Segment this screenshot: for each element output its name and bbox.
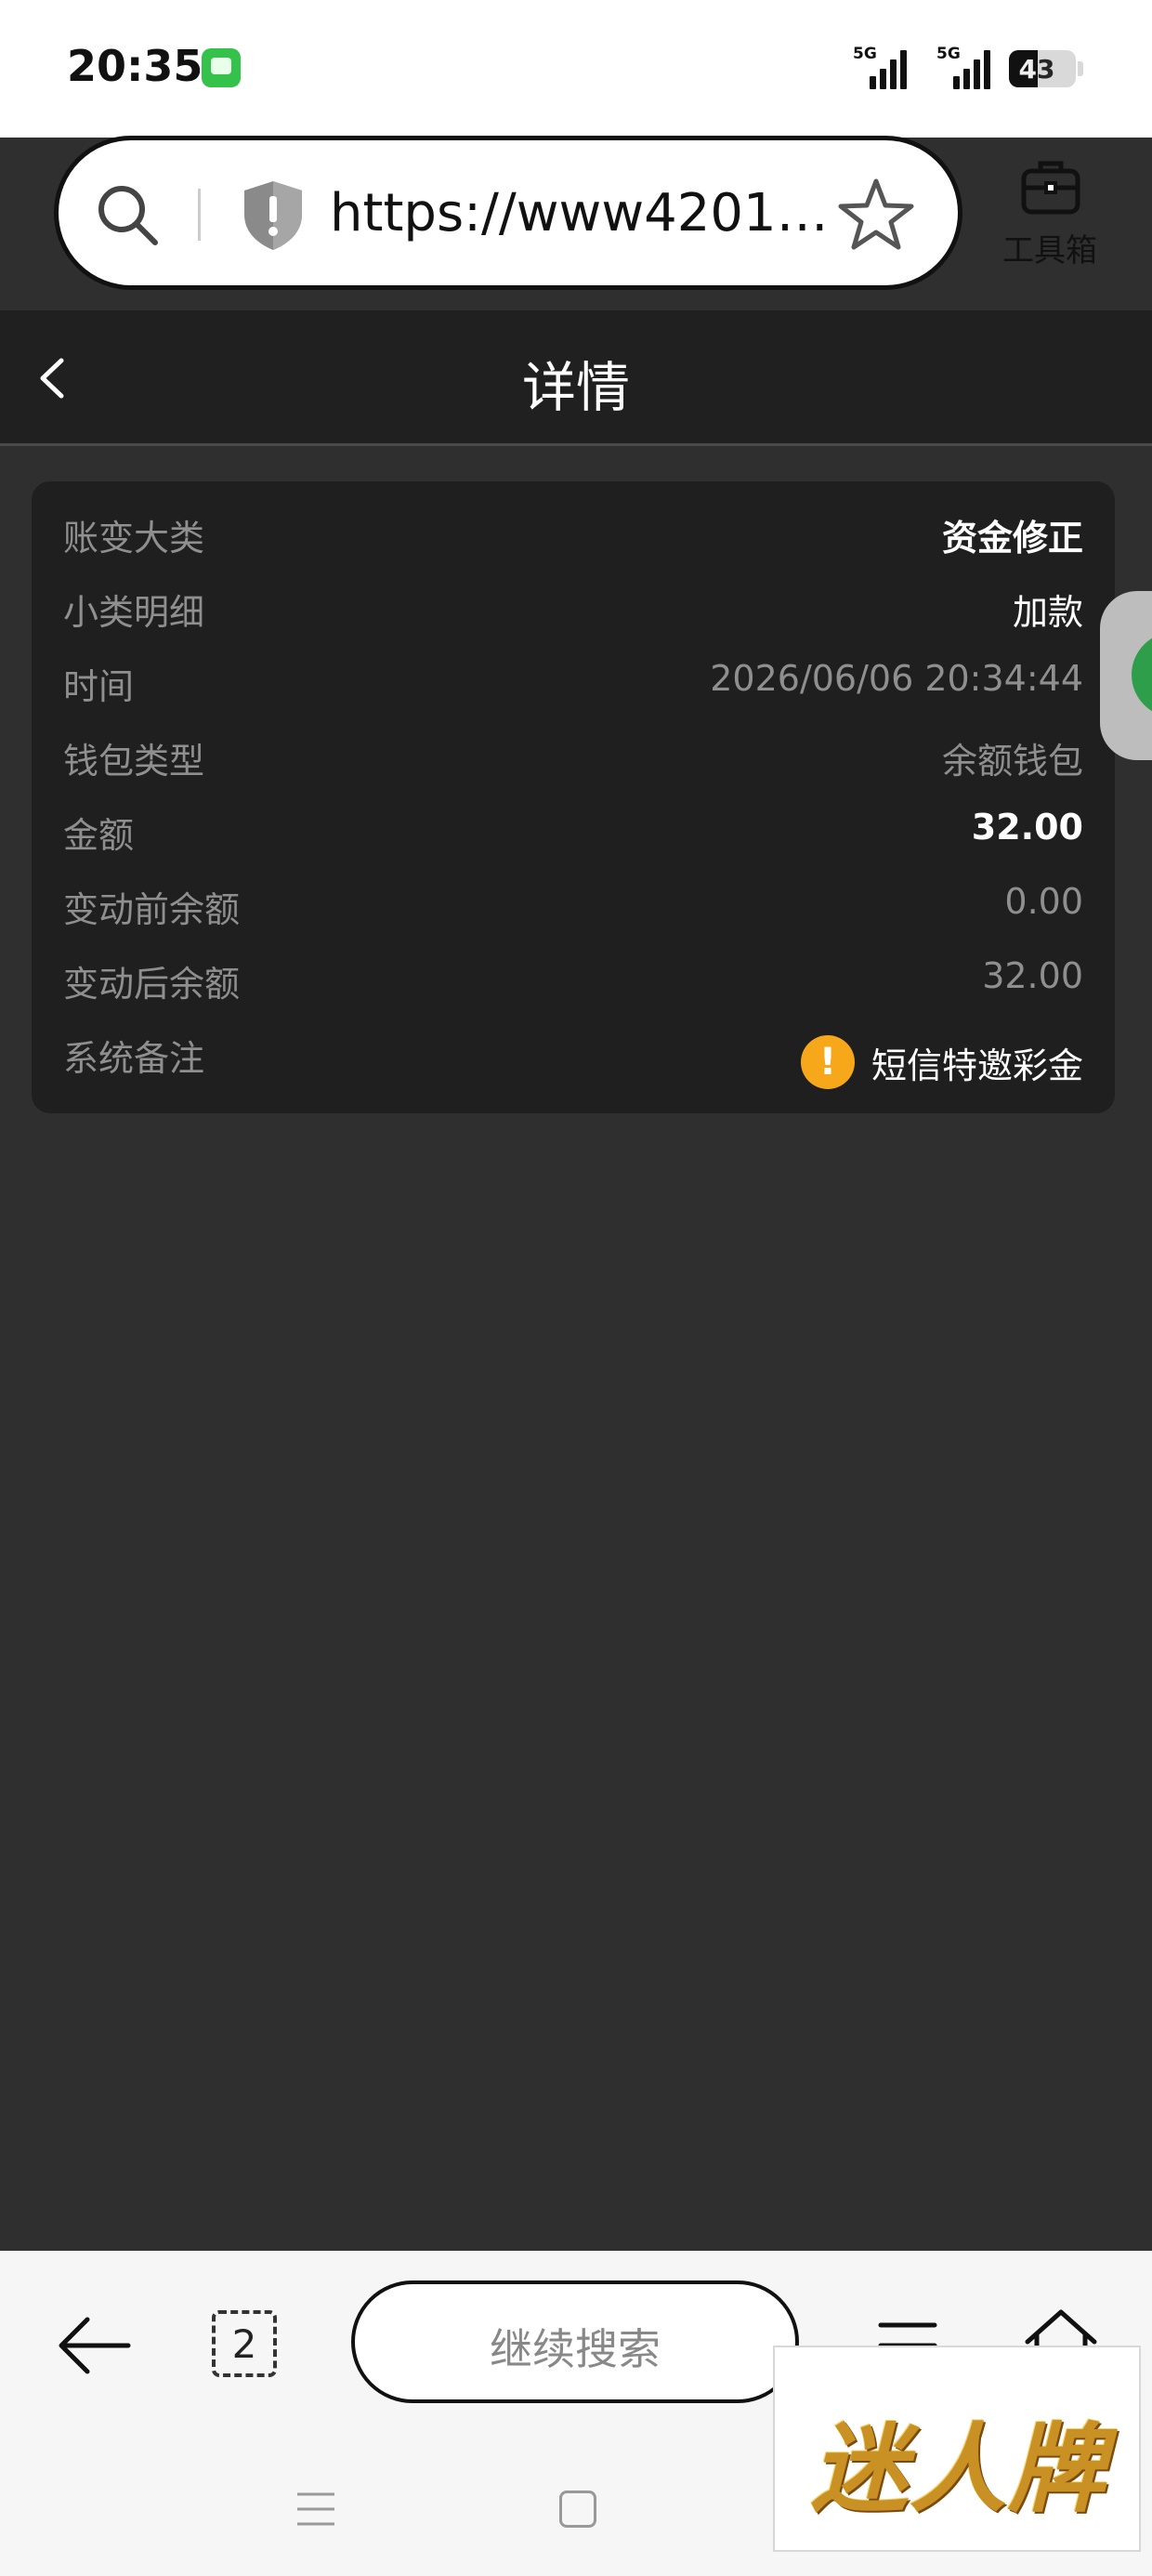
detail-label: 时间: [63, 666, 135, 707]
detail-value: 资金修正: [941, 518, 1083, 559]
search-icon[interactable]: [92, 179, 166, 254]
detail-row-wallet-type: 钱包类型 余额钱包: [32, 717, 1115, 792]
detail-row-category: 账变大类 资金修正: [32, 494, 1115, 569]
remark-value: ! 短信特邀彩金: [800, 1035, 1083, 1089]
continue-search-label: 继续搜索: [490, 2324, 661, 2374]
battery-icon: 43: [1009, 50, 1076, 87]
detail-value: 2026/06/06 20:34:44: [710, 658, 1083, 699]
continue-search-button[interactable]: 继续搜索: [351, 2280, 799, 2403]
signal-5g-icon: 5G: [853, 45, 907, 89]
detail-row-remark: 系统备注 ! 短信特邀彩金: [32, 1015, 1115, 1104]
status-time: 20:35: [67, 41, 203, 91]
remark-text: 短信特邀彩金: [871, 1045, 1083, 1086]
watermark-logo: 迷人牌: [773, 2346, 1141, 2552]
detail-row-balance-after: 变动后余额 32.00: [32, 940, 1115, 1015]
battery-level: 43: [1018, 54, 1055, 85]
battery-tip: [1078, 61, 1083, 76]
star-icon[interactable]: [837, 176, 915, 254]
url-text[interactable]: https://www42012...: [330, 183, 850, 243]
detail-row-time: 时间 2026/06/06 20:34:44: [32, 643, 1115, 717]
page-title: 详情: [521, 356, 630, 419]
detail-row-balance-before: 变动前余额 0.00: [32, 866, 1115, 940]
floating-app-handle[interactable]: [1100, 591, 1152, 760]
shield-icon[interactable]: [241, 179, 306, 252]
system-menu-icon[interactable]: [295, 2491, 336, 2528]
floating-app-logo-icon: [1132, 632, 1152, 717]
detail-label: 系统备注: [63, 1038, 205, 1079]
detail-label: 变动后余额: [63, 964, 241, 1005]
detail-value: 加款: [1012, 592, 1083, 633]
page-header: 详情: [0, 310, 1152, 446]
tabs-button[interactable]: 2: [212, 2310, 277, 2377]
toolbox-button[interactable]: 工具箱: [994, 158, 1106, 279]
warning-icon: !: [800, 1035, 855, 1089]
detail-label: 金额: [63, 815, 135, 856]
detail-label: 变动前余额: [63, 889, 241, 930]
watermark-text: 迷人牌: [810, 2412, 1106, 2526]
detail-label: 钱包类型: [63, 741, 205, 782]
detail-value: 余额钱包: [941, 741, 1083, 782]
detail-row-subcategory: 小类明细 加款: [32, 569, 1115, 643]
detail-value: 32.00: [971, 807, 1083, 848]
toolbox-label: 工具箱: [1002, 232, 1097, 269]
detail-card: 账变大类 资金修正 小类明细 加款 时间 2026/06/06 20:34:44…: [32, 481, 1115, 1113]
detail-value: 32.00: [982, 955, 1083, 996]
toolbox-icon: [1021, 161, 1080, 215]
detail-label: 账变大类: [63, 518, 205, 559]
address-bar[interactable]: https://www42012...: [54, 136, 962, 290]
system-home-button[interactable]: [559, 2491, 596, 2528]
detail-row-amount: 金额 32.00: [32, 792, 1115, 866]
message-app-icon: [202, 48, 241, 87]
signal-label: 5G: [853, 45, 877, 63]
status-bar: 20:35 5G 5G 43: [0, 0, 1152, 138]
signal-5g-icon-2: 5G: [923, 45, 990, 89]
detail-label: 小类明细: [63, 592, 205, 633]
tab-count: 2: [231, 2321, 257, 2367]
address-divider: [198, 189, 201, 241]
detail-value: 0.00: [1004, 881, 1083, 922]
signal-label: 5G: [936, 45, 961, 63]
back-arrow-icon[interactable]: [56, 2308, 134, 2383]
